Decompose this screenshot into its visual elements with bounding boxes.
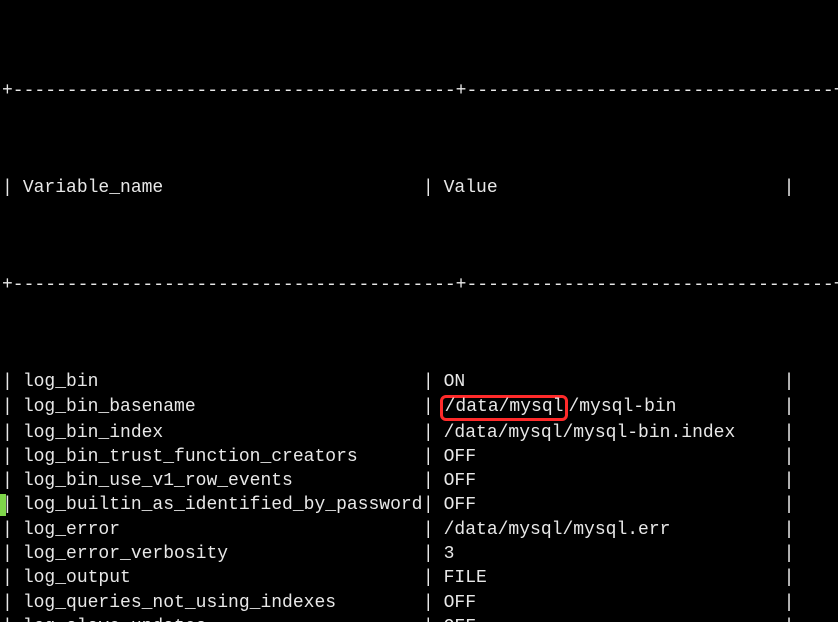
cell-variable-name: log_bin: [17, 370, 423, 394]
cell-value-suffix: /mysql-bin: [568, 397, 676, 417]
pipe-icon: |: [2, 176, 17, 200]
cell-value: OFF: [438, 469, 784, 493]
table-row: |log_slave_updates|OFF|: [2, 615, 836, 622]
pipe-icon: |: [2, 542, 17, 566]
pipe-icon: |: [423, 591, 438, 615]
pipe-icon: |: [2, 615, 17, 622]
pipe-icon: |: [2, 566, 17, 590]
cell-variable-name: log_slave_updates: [17, 615, 423, 622]
pipe-icon: |: [2, 518, 17, 542]
pipe-icon: |: [784, 615, 799, 622]
cell-variable-name: log_output: [17, 566, 423, 590]
table-body: |log_bin|ON||log_bin_basename|/data/mysq…: [2, 370, 836, 622]
window-edge-marker: [0, 494, 6, 516]
cell-value: /data/mysql/mysql-bin.index: [438, 421, 784, 445]
pipe-icon: |: [423, 518, 438, 542]
pipe-icon: |: [784, 591, 799, 615]
cell-value: FILE: [438, 566, 784, 590]
header-value: Value: [438, 176, 784, 200]
pipe-icon: |: [423, 370, 438, 394]
cell-variable-name: log_error_verbosity: [17, 542, 423, 566]
pipe-icon: |: [784, 176, 799, 200]
pipe-icon: |: [423, 566, 438, 590]
header-variable-name: Variable_name: [17, 176, 423, 200]
table-row: |log_error|/data/mysql/mysql.err|: [2, 518, 836, 542]
cell-value: ON: [438, 370, 784, 394]
table-row: |log_bin_basename|/data/mysql/mysql-bin|: [2, 395, 836, 421]
pipe-icon: |: [784, 518, 799, 542]
pipe-icon: |: [423, 493, 438, 517]
pipe-icon: |: [784, 421, 799, 445]
cell-value: /data/mysql/mysql-bin: [438, 395, 784, 421]
table-row: |log_error_verbosity|3|: [2, 542, 836, 566]
pipe-icon: |: [784, 370, 799, 394]
pipe-icon: |: [423, 395, 438, 421]
pipe-icon: |: [2, 445, 17, 469]
table-border-top: +---------------------------------------…: [2, 79, 836, 103]
pipe-icon: |: [784, 469, 799, 493]
pipe-icon: |: [2, 421, 17, 445]
cell-value: OFF: [438, 615, 784, 622]
table-header-row: | Variable_name | Value |: [2, 176, 836, 200]
cell-variable-name: log_bin_basename: [17, 395, 423, 421]
table-border-mid: +---------------------------------------…: [2, 273, 836, 297]
pipe-icon: |: [423, 469, 438, 493]
pipe-icon: |: [784, 493, 799, 517]
table-row: |log_bin_use_v1_row_events|OFF|: [2, 469, 836, 493]
pipe-icon: |: [423, 176, 438, 200]
pipe-icon: |: [784, 395, 799, 421]
table-row: |log_bin_index|/data/mysql/mysql-bin.ind…: [2, 421, 836, 445]
pipe-icon: |: [784, 542, 799, 566]
terminal-output: +---------------------------------------…: [0, 0, 838, 622]
pipe-icon: |: [423, 542, 438, 566]
table-row: |log_output|FILE|: [2, 566, 836, 590]
pipe-icon: |: [423, 445, 438, 469]
cell-variable-name: log_queries_not_using_indexes: [17, 591, 423, 615]
cell-variable-name: log_bin_trust_function_creators: [17, 445, 423, 469]
pipe-icon: |: [2, 591, 17, 615]
table-row: |log_bin_trust_function_creators|OFF|: [2, 445, 836, 469]
table-row: |log_queries_not_using_indexes|OFF|: [2, 591, 836, 615]
table-row: |log_bin|ON|: [2, 370, 836, 394]
cell-variable-name: log_error: [17, 518, 423, 542]
cell-value: OFF: [438, 591, 784, 615]
cell-variable-name: log_bin_index: [17, 421, 423, 445]
cell-value: OFF: [438, 445, 784, 469]
cell-value: /data/mysql/mysql.err: [438, 518, 784, 542]
pipe-icon: |: [2, 370, 17, 394]
pipe-icon: |: [784, 566, 799, 590]
pipe-icon: |: [784, 445, 799, 469]
pipe-icon: |: [2, 395, 17, 421]
pipe-icon: |: [423, 421, 438, 445]
table-row: |log_builtin_as_identified_by_password|O…: [2, 493, 836, 517]
cell-variable-name: log_builtin_as_identified_by_password: [17, 493, 423, 517]
cell-value: 3: [438, 542, 784, 566]
pipe-icon: |: [2, 469, 17, 493]
cell-value: OFF: [438, 493, 784, 517]
highlight-annotation: /data/mysql: [440, 395, 569, 421]
pipe-icon: |: [423, 615, 438, 622]
cell-variable-name: log_bin_use_v1_row_events: [17, 469, 423, 493]
